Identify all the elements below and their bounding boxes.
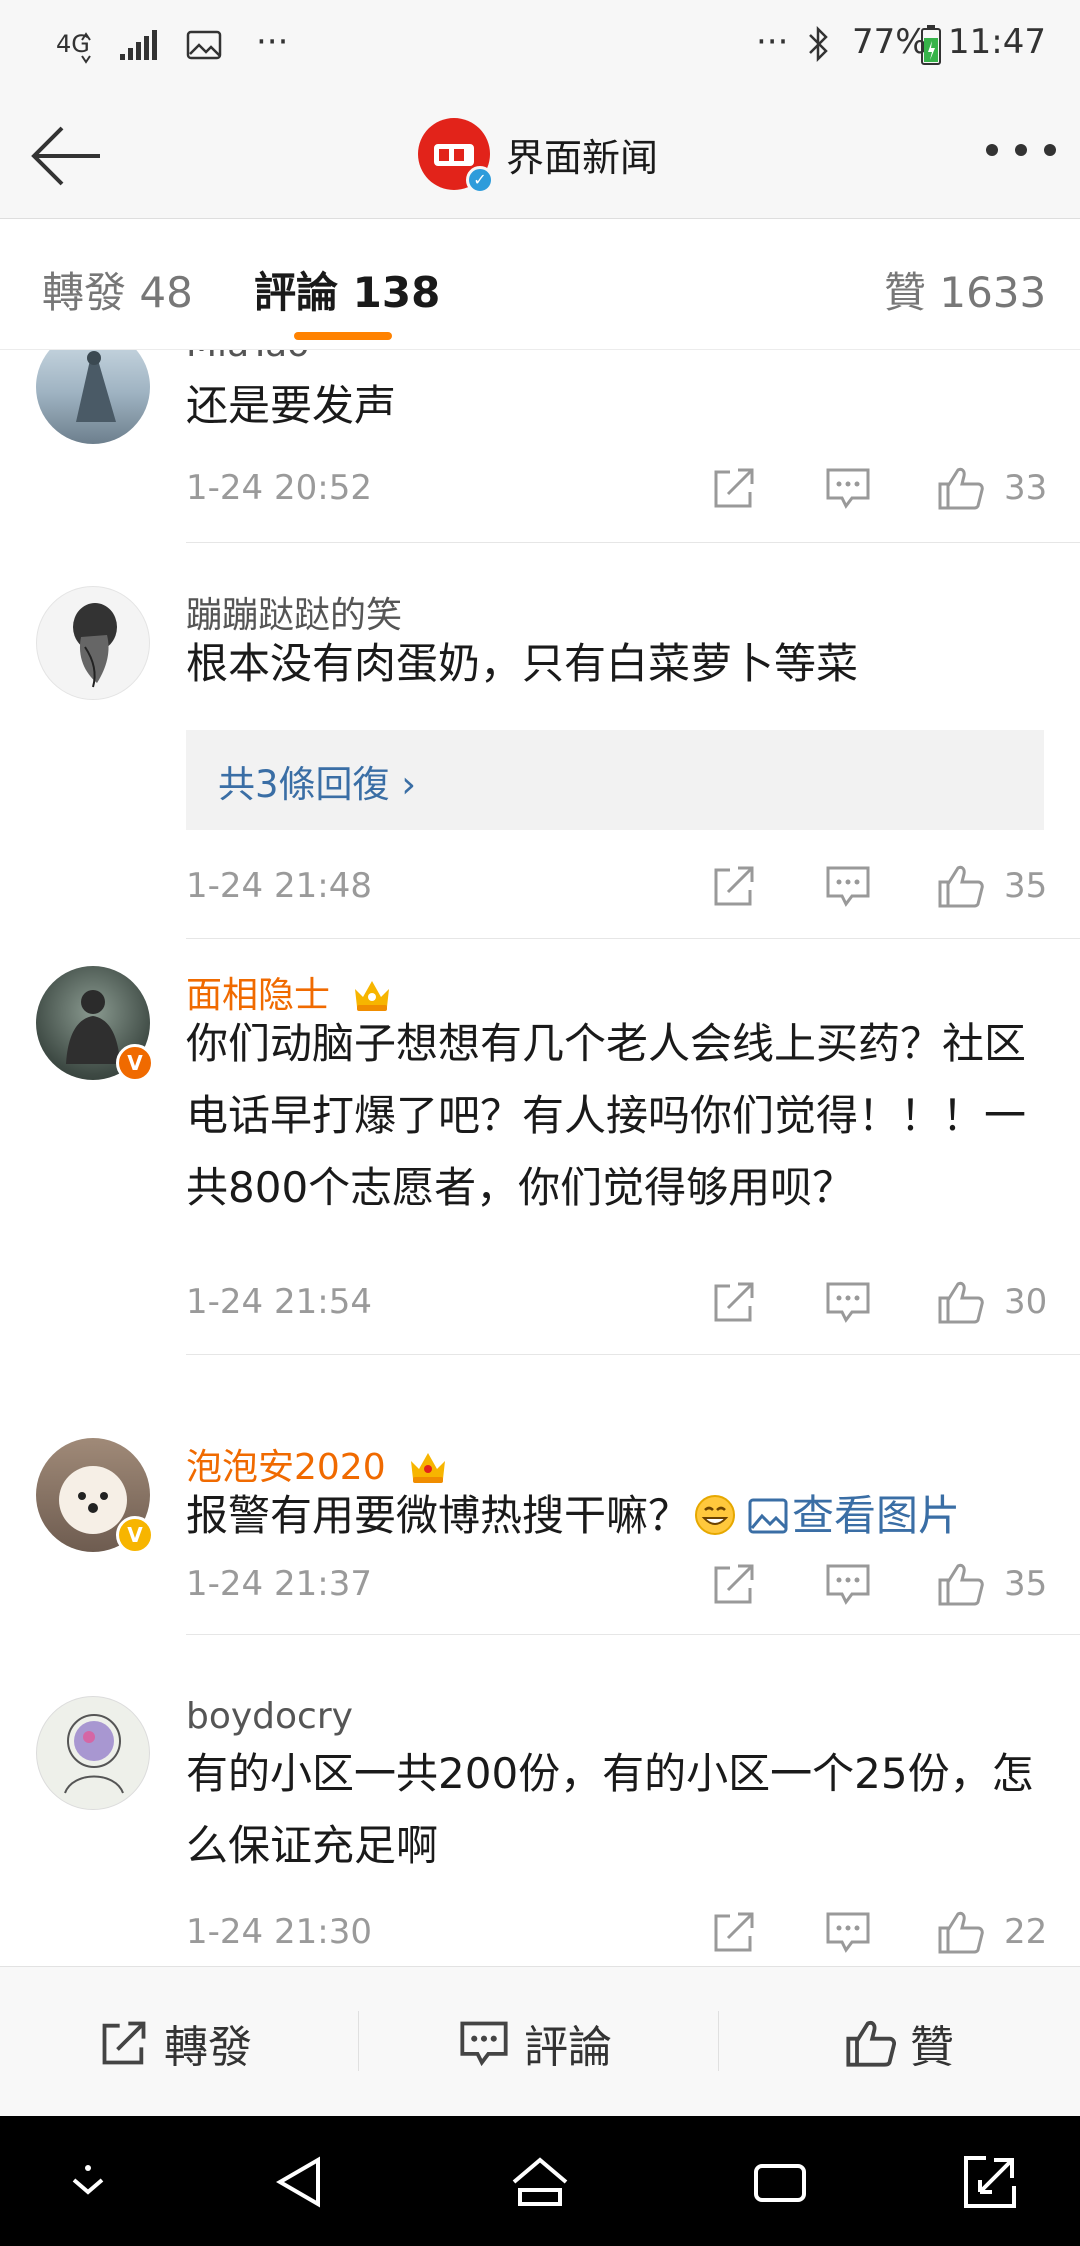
like-icon[interactable] xyxy=(936,1278,984,1326)
comment-text: 还是要发声 xyxy=(186,381,397,430)
share-icon[interactable] xyxy=(710,1560,758,1608)
bottom-toolbar: 轉發 評論 贊 xyxy=(0,1966,1080,2117)
share-icon[interactable] xyxy=(710,862,758,910)
back-arrow-icon[interactable] xyxy=(28,124,104,188)
bluetooth-icon xyxy=(809,25,828,63)
system-navigation-bar xyxy=(0,2116,1080,2246)
v-badge-icon: V xyxy=(116,1044,154,1082)
reply-icon[interactable] xyxy=(824,1560,872,1608)
comment-username[interactable]: boydocry xyxy=(186,1696,353,1737)
comment-text: 有的小区一共200份，有的小区一个25份，怎么保证充足啊 xyxy=(186,1749,1034,1870)
reply-icon[interactable] xyxy=(824,1278,872,1326)
comment-time: 1-24 21:30 xyxy=(186,1912,372,1952)
comment-time: 1-24 20:52 xyxy=(186,468,372,508)
like-count: 22 xyxy=(1004,1912,1048,1952)
comment-text: 报警有用要微博热搜干嘛？ xyxy=(186,1491,691,1540)
image-icon[interactable] xyxy=(748,1498,788,1534)
avatar[interactable]: V xyxy=(36,966,154,1082)
thumbs-up-icon xyxy=(846,2020,896,2067)
toolbar-divider xyxy=(358,2011,359,2071)
view-replies-link[interactable]: 共3條回復 › xyxy=(218,754,416,808)
reply-icon[interactable] xyxy=(824,464,872,512)
comment-time: 1-24 21:54 xyxy=(186,1282,372,1322)
like-count: 35 xyxy=(1004,866,1048,906)
comment-icon xyxy=(460,2021,508,2067)
image-notification-icon xyxy=(186,30,222,60)
account-name: 界面新闻 xyxy=(506,135,659,180)
like-button[interactable]: 贊 xyxy=(844,2015,954,2073)
tab-likes[interactable]: 贊 1633 xyxy=(884,259,1046,320)
hide-keyboard-icon[interactable] xyxy=(56,2152,120,2212)
comment-label: 評論 xyxy=(524,2022,612,2073)
comment-time: 1-24 21:37 xyxy=(186,1564,372,1604)
comment-list[interactable]: MiaTao 还是要发声 1-24 20:52 33 蹦蹦跶跶的笑 根本没有肉蛋… xyxy=(0,350,1080,1965)
replies-box[interactable]: 共3條回復 › xyxy=(186,730,1044,830)
share-icon[interactable] xyxy=(710,464,758,512)
share-icon[interactable] xyxy=(710,1908,758,1956)
status-more-left: ··· xyxy=(256,22,289,62)
comment-actions: 1-24 21:54 30 xyxy=(0,1278,1080,1328)
like-label: 贊 xyxy=(910,2022,954,2073)
like-icon[interactable] xyxy=(936,1560,984,1608)
like-count: 30 xyxy=(1004,1282,1048,1322)
account-header[interactable]: ✓ 界面新闻 xyxy=(418,118,659,194)
signal-icon xyxy=(120,30,157,60)
avatar[interactable]: V xyxy=(36,1438,154,1554)
repost-label: 轉發 xyxy=(164,2022,252,2073)
like-icon[interactable] xyxy=(936,464,984,512)
share-icon[interactable] xyxy=(710,1278,758,1326)
comment-actions: 1-24 20:52 33 xyxy=(0,464,1080,514)
clock: 11:47 xyxy=(948,22,1046,62)
v-badge-icon: V xyxy=(116,1516,154,1554)
network-4g-icon: 4G xyxy=(56,30,91,64)
status-bar: 4G ··· ··· 77% 11:47 xyxy=(0,0,1080,92)
divider xyxy=(186,938,1080,939)
tab-reposts[interactable]: 轉發 48 xyxy=(42,259,193,320)
divider xyxy=(186,1634,1080,1635)
repost-icon xyxy=(102,2021,146,2065)
recent-apps-icon[interactable] xyxy=(748,2152,812,2212)
like-count: 35 xyxy=(1004,1564,1048,1604)
brand-logo: ✓ xyxy=(418,118,494,194)
tab-comments[interactable]: 評論 138 xyxy=(254,259,440,320)
home-icon[interactable] xyxy=(508,2152,572,2212)
comment-actions: 1-24 21:30 22 xyxy=(0,1908,1080,1958)
comment-actions: 1-24 21:48 35 xyxy=(0,862,1080,912)
divider xyxy=(186,542,1080,543)
top-nav-bar: ✓ 界面新闻 xyxy=(0,92,1080,219)
grin-emoji-icon xyxy=(695,1495,736,1535)
comment-text-row: 报警有用要微博热搜干嘛？ 查看图片 xyxy=(186,1480,1046,1552)
comment-actions: 1-24 21:37 35 xyxy=(0,1560,1080,1610)
status-more-right: ··· xyxy=(756,22,789,62)
verified-badge-icon: ✓ xyxy=(466,166,494,194)
like-count: 33 xyxy=(1004,468,1048,508)
comment-username[interactable]: MiaTao xyxy=(186,350,309,365)
more-options-icon[interactable] xyxy=(986,144,1056,158)
comment-text: 根本没有肉蛋奶，只有白菜萝卜等菜 xyxy=(186,639,859,688)
like-icon[interactable] xyxy=(936,862,984,910)
battery-charging-icon xyxy=(921,25,941,65)
reply-icon[interactable] xyxy=(824,1908,872,1956)
divider xyxy=(186,1354,1080,1355)
avatar[interactable] xyxy=(36,1696,150,1810)
expand-icon[interactable] xyxy=(958,2152,1022,2212)
avatar[interactable] xyxy=(36,586,150,700)
like-icon[interactable] xyxy=(936,1908,984,1956)
avatar[interactable] xyxy=(36,350,150,444)
comment-button[interactable]: 評論 xyxy=(458,2015,612,2073)
battery-percent: 77% xyxy=(852,22,928,62)
reply-icon[interactable] xyxy=(824,862,872,910)
tab-bar: 轉發 48 評論 138 贊 1633 xyxy=(0,219,1080,350)
view-image-link[interactable]: 查看图片 xyxy=(792,1491,960,1540)
active-tab-indicator xyxy=(294,332,392,340)
comment-text: 你们动脑子想想有几个老人会线上买药？社区电话早打爆了吧？有人接吗你们觉得！！！一… xyxy=(186,1019,1027,1212)
back-triangle-icon[interactable] xyxy=(268,2152,332,2212)
repost-button[interactable]: 轉發 xyxy=(98,2015,252,2073)
comment-time: 1-24 21:48 xyxy=(186,866,372,906)
toolbar-divider xyxy=(718,2011,719,2071)
